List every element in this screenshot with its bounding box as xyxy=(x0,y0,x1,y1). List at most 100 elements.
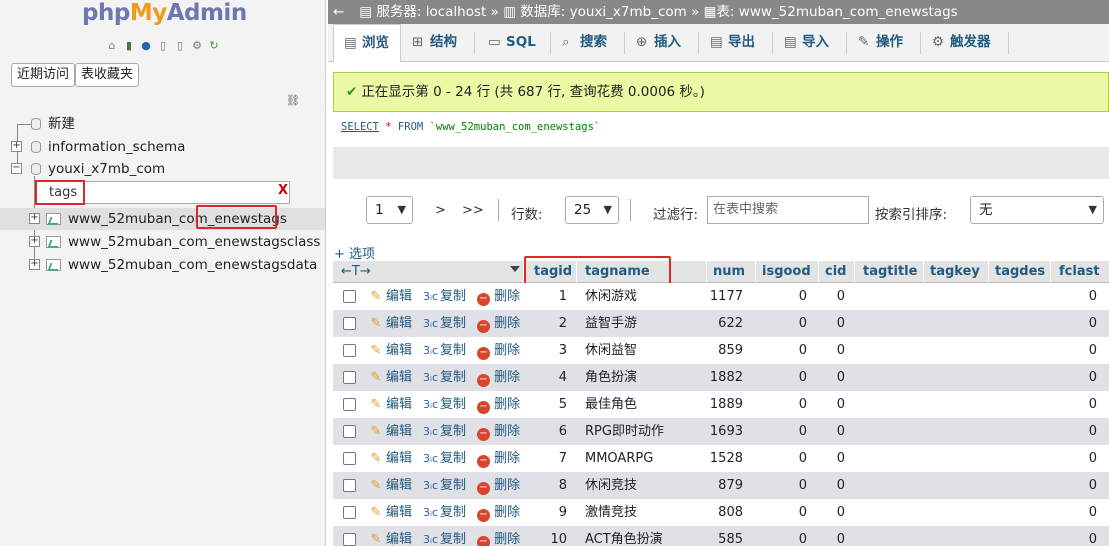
expand-icon[interactable]: + xyxy=(29,213,40,224)
sort-dropdown-icon[interactable] xyxy=(510,266,520,272)
tab-export[interactable]: ▤ 导出 xyxy=(700,24,755,62)
edit-link[interactable]: ✎ 编辑 xyxy=(369,472,412,499)
home-icon[interactable]: ⌂ xyxy=(105,38,119,52)
delete-link[interactable]: − 删除 xyxy=(477,391,520,418)
expand-icon[interactable]: + xyxy=(11,141,22,152)
sort-index-select[interactable]: 无 ▼ xyxy=(970,196,1104,224)
tab-structure[interactable]: ⊞ 结构 xyxy=(402,24,457,62)
options-link[interactable]: + 选项 xyxy=(334,243,375,262)
table-row[interactable]: ✎ 编辑 3ᵢc 复制 − 删除 1 休闲游戏 1177 0 0 0 xyxy=(333,283,1109,310)
row-checkbox[interactable] xyxy=(343,290,356,303)
copy-link[interactable]: 3ᵢc 复制 xyxy=(423,364,466,391)
edit-link[interactable]: ✎ 编辑 xyxy=(369,310,412,337)
docs-icon-2[interactable]: ▯ xyxy=(173,38,187,52)
last-page-button[interactable]: >> xyxy=(462,203,484,218)
copy-link[interactable]: 3ᵢc 复制 xyxy=(423,499,466,526)
recent-button[interactable]: 近期访问 xyxy=(11,63,76,87)
column-header-tagtitle[interactable]: tagtitle xyxy=(863,261,917,283)
help-icon[interactable]: ● xyxy=(139,38,153,52)
table-row[interactable]: ✎ 编辑 3ᵢc 复制 − 删除 6 RPG即时动作 1693 0 0 0 xyxy=(333,418,1109,445)
delete-link[interactable]: − 删除 xyxy=(477,310,520,337)
edit-link[interactable]: ✎ 编辑 xyxy=(369,391,412,418)
edit-link[interactable]: ✎ 编辑 xyxy=(369,499,412,526)
filter-rows-input[interactable]: 在表中搜索 xyxy=(707,196,869,224)
collapse-icon[interactable]: − xyxy=(11,163,22,174)
page-select[interactable]: 1 ▼ xyxy=(366,196,413,224)
copy-link[interactable]: 3ᵢc 复制 xyxy=(423,391,466,418)
edit-link[interactable]: ✎ 编辑 xyxy=(369,364,412,391)
delete-link[interactable]: − 删除 xyxy=(477,472,520,499)
table-filter-field[interactable]: tags xyxy=(35,180,290,205)
table-row[interactable]: ✎ 编辑 3ᵢc 复制 − 删除 5 最佳角色 1889 0 0 0 xyxy=(333,391,1109,418)
tree-item-youxi-db[interactable]: − youxi_x7mb_com xyxy=(0,158,325,180)
table-row[interactable]: ✎ 编辑 3ᵢc 复制 − 删除 9 激情竞技 808 0 0 0 xyxy=(333,499,1109,526)
column-header-cid[interactable]: cid xyxy=(825,261,846,283)
phpmyadmin-logo[interactable]: phpMyAdmin xyxy=(82,0,247,26)
back-arrow-icon[interactable]: ← xyxy=(333,0,355,24)
copy-link[interactable]: 3ᵢc 复制 xyxy=(423,445,466,472)
copy-link[interactable]: 3ᵢc 复制 xyxy=(423,418,466,445)
edit-link[interactable]: ✎ 编辑 xyxy=(369,418,412,445)
filter-clear-button[interactable]: X xyxy=(278,183,288,198)
tree-item-new[interactable]: 新建 xyxy=(0,113,325,135)
table-row[interactable]: ✎ 编辑 3ᵢc 复制 − 删除 2 益智手游 622 0 0 0 xyxy=(333,310,1109,337)
edit-link[interactable]: ✎ 编辑 xyxy=(369,283,412,310)
delete-link[interactable]: − 删除 xyxy=(477,499,520,526)
next-page-button[interactable]: > xyxy=(435,203,446,218)
row-checkbox[interactable] xyxy=(343,479,356,492)
edit-link[interactable]: ✎ 编辑 xyxy=(369,526,412,546)
column-header-fclast[interactable]: fclast xyxy=(1059,261,1100,283)
favorites-button[interactable]: 表收藏夹 xyxy=(75,63,140,87)
tab-browse[interactable]: ▤ 浏览 xyxy=(333,24,401,62)
row-checkbox[interactable] xyxy=(343,344,356,357)
tree-item-information-schema[interactable]: + information_schema xyxy=(0,136,325,158)
table-row[interactable]: ✎ 编辑 3ᵢc 复制 − 删除 4 角色扮演 1882 0 0 0 xyxy=(333,364,1109,391)
tree-item-table-enewstagsdata[interactable]: + www_52muban_com_enewstagsdata xyxy=(0,254,325,276)
row-checkbox[interactable] xyxy=(343,398,356,411)
row-checkbox[interactable] xyxy=(343,317,356,330)
copy-link[interactable]: 3ᵢc 复制 xyxy=(423,283,466,310)
column-header-isgood[interactable]: isgood xyxy=(762,261,811,283)
row-checkbox[interactable] xyxy=(343,506,356,519)
tab-import[interactable]: ▤ 导入 xyxy=(774,24,829,62)
delete-link[interactable]: − 删除 xyxy=(477,445,520,472)
edit-link[interactable]: ✎ 编辑 xyxy=(369,445,412,472)
expand-icon[interactable]: + xyxy=(29,236,40,247)
delete-link[interactable]: − 删除 xyxy=(477,526,520,546)
tab-sql[interactable]: ▭ SQL xyxy=(478,24,536,62)
breadcrumb-server[interactable]: localhost xyxy=(426,4,487,20)
docs-icon[interactable]: ▯ xyxy=(156,38,170,52)
column-resize-icon[interactable]: ←T→ xyxy=(341,261,371,283)
tab-search[interactable]: ⌕ 搜索 xyxy=(552,24,607,62)
logout-icon[interactable]: ▮ xyxy=(122,38,136,52)
table-row[interactable]: ✎ 编辑 3ᵢc 复制 − 删除 10 ACT角色扮演 585 0 0 0 xyxy=(333,526,1109,546)
delete-link[interactable]: − 删除 xyxy=(477,364,520,391)
copy-link[interactable]: 3ᵢc 复制 xyxy=(423,526,466,546)
tab-insert[interactable]: ⊕ 插入 xyxy=(626,24,681,62)
row-checkbox[interactable] xyxy=(343,371,356,384)
copy-link[interactable]: 3ᵢc 复制 xyxy=(423,310,466,337)
rows-select[interactable]: 25 ▼ xyxy=(565,196,619,224)
reload-icon[interactable]: ↻ xyxy=(207,38,221,52)
link-icon[interactable]: ⛓ xyxy=(286,94,300,107)
column-header-tagdes[interactable]: tagdes xyxy=(995,261,1045,283)
table-row[interactable]: ✎ 编辑 3ᵢc 复制 − 删除 8 休闲竞技 879 0 0 0 xyxy=(333,472,1109,499)
copy-link[interactable]: 3ᵢc 复制 xyxy=(423,472,466,499)
table-row[interactable]: ✎ 编辑 3ᵢc 复制 − 删除 7 MMOARPG 1528 0 0 0 xyxy=(333,445,1109,472)
tree-item-table-enewstagsclass[interactable]: + www_52muban_com_enewstagsclass xyxy=(0,231,325,253)
sql-keyword-select[interactable]: SELECT xyxy=(341,121,379,133)
settings-icon[interactable]: ⚙ xyxy=(190,38,204,52)
tab-operations[interactable]: ✎ 操作 xyxy=(848,24,903,62)
row-checkbox[interactable] xyxy=(343,533,356,546)
column-header-num[interactable]: num xyxy=(713,261,745,283)
delete-link[interactable]: − 删除 xyxy=(477,418,520,445)
table-row[interactable]: ✎ 编辑 3ᵢc 复制 − 删除 3 休闲益智 859 0 0 0 xyxy=(333,337,1109,364)
expand-icon[interactable]: + xyxy=(29,259,40,270)
edit-link[interactable]: ✎ 编辑 xyxy=(369,337,412,364)
tab-triggers[interactable]: ⚙ 触发器 xyxy=(922,24,991,62)
delete-link[interactable]: − 删除 xyxy=(477,337,520,364)
copy-link[interactable]: 3ᵢc 复制 xyxy=(423,337,466,364)
row-checkbox[interactable] xyxy=(343,452,356,465)
column-header-tagkey[interactable]: tagkey xyxy=(930,261,980,283)
row-checkbox[interactable] xyxy=(343,425,356,438)
